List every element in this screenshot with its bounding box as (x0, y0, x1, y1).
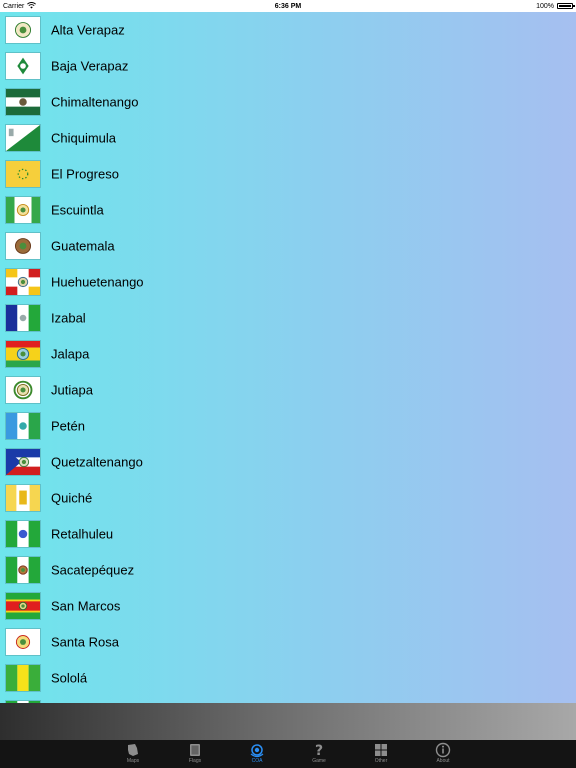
tab-bar: Maps Flags COA? Game Other About (0, 740, 576, 768)
chiquimula-flag-icon (5, 124, 41, 152)
list-item-label: Alta Verapaz (51, 22, 125, 38)
wifi-icon (27, 1, 37, 11)
baja-verapaz-flag-icon (5, 52, 41, 80)
tab-label: Other (374, 758, 388, 764)
tab-label: Game (312, 758, 326, 764)
solola-flag-icon (5, 664, 41, 692)
list-item-label: Escuintla (51, 202, 104, 218)
guatemala-flag-icon (5, 232, 41, 260)
list-item[interactable]: Chimaltenango (0, 84, 576, 120)
tab-label: About (436, 758, 450, 764)
map-icon (125, 742, 141, 758)
list-item-partial[interactable] (0, 696, 576, 703)
flag-icon (187, 742, 203, 758)
izabal-flag-icon (5, 304, 41, 332)
list-item[interactable]: Petén (0, 408, 576, 444)
retalhuleu-flag-icon (5, 520, 41, 548)
list-item[interactable]: Huehuetenango (0, 264, 576, 300)
quetzaltenango-flag-icon (5, 448, 41, 476)
list-item-label: Quetzaltenango (51, 454, 143, 470)
list-item[interactable]: Guatemala (0, 228, 576, 264)
status-time: 6:36 PM (274, 2, 302, 10)
status-bar: Carrier 6:36 PM 100% (0, 0, 576, 12)
list-item-label: Jutiapa (51, 382, 93, 398)
list-item-label: Huehuetenango (51, 274, 144, 290)
list-item-label: San Marcos (51, 598, 121, 614)
tab-about[interactable]: About (412, 740, 474, 768)
tab-coa[interactable]: COA (226, 740, 288, 768)
list-item-label: Sololá (51, 670, 88, 686)
tab-label: Maps (126, 758, 140, 764)
alta-verapaz-flag-icon (5, 16, 41, 44)
list-item[interactable]: Jalapa (0, 336, 576, 372)
tab-label: COA (251, 758, 263, 764)
carrier-label: Carrier (3, 2, 25, 10)
status-left: Carrier (3, 1, 37, 11)
list-item-label: Baja Verapaz (51, 58, 129, 74)
battery-icon (557, 3, 575, 9)
list-item[interactable]: Retalhuleu (0, 516, 576, 552)
battery-percent: 100% (536, 2, 554, 10)
svg-text:?: ? (315, 743, 323, 758)
list-item[interactable]: Sololá (0, 660, 576, 696)
list-item-label: Chiquimula (51, 130, 117, 146)
list-item[interactable]: Santa Rosa (0, 624, 576, 660)
coat-of-arms-icon (249, 742, 265, 758)
tab-maps[interactable]: Maps (102, 740, 164, 768)
jalapa-flag-icon (5, 340, 41, 368)
list-item-label: Izabal (51, 310, 86, 326)
question-mark-icon: ? (311, 742, 327, 758)
santa-rosa-flag-icon (5, 628, 41, 656)
grid-icon (373, 742, 389, 758)
huehuetenango-flag-icon (5, 268, 41, 296)
list-item-label: Jalapa (51, 346, 90, 362)
list-item-label: Santa Rosa (51, 634, 119, 650)
list-item-label: Petén (51, 418, 85, 434)
list-item[interactable]: Quiché (0, 480, 576, 516)
list-item[interactable]: El Progreso (0, 156, 576, 192)
tab-other[interactable]: Other (350, 740, 412, 768)
tab-label: Flags (188, 758, 202, 764)
jutiapa-flag-icon (5, 376, 41, 404)
peten-flag-icon (5, 412, 41, 440)
list-item-label: Guatemala (51, 238, 115, 254)
chimaltenango-flag-icon (5, 88, 41, 116)
list-item[interactable]: Jutiapa (0, 372, 576, 408)
list-item-label: El Progreso (51, 166, 119, 182)
list-item-label: Quiché (51, 490, 93, 506)
list-item[interactable]: Sacatepéquez (0, 552, 576, 588)
escuintla-flag-icon (5, 196, 41, 224)
list-item[interactable]: Chiquimula (0, 120, 576, 156)
list-item[interactable]: Quetzaltenango (0, 444, 576, 480)
list-item[interactable]: San Marcos (0, 588, 576, 624)
list-item-label: Retalhuleu (51, 526, 114, 542)
quiche-flag-icon (5, 484, 41, 512)
sacatepequez-flag-icon (5, 556, 41, 584)
department-list[interactable]: Alta Verapaz Baja Verapaz Chimaltenango Chi… (0, 12, 576, 703)
san-marcos-flag-icon (5, 592, 41, 620)
status-right: 100% (536, 2, 575, 10)
list-item-label: Sacatepéquez (51, 562, 135, 578)
list-item[interactable]: Baja Verapaz (0, 48, 576, 84)
el-progreso-flag-icon (5, 160, 41, 188)
list-item[interactable]: Izabal (0, 300, 576, 336)
footer-strip (0, 703, 576, 740)
list-item-label: Chimaltenango (51, 94, 139, 110)
tab-flags[interactable]: Flags (164, 740, 226, 768)
tab-game[interactable]: ? Game (288, 740, 350, 768)
info-icon (435, 742, 451, 758)
list-item[interactable]: Alta Verapaz (0, 12, 576, 48)
list-item[interactable]: Escuintla (0, 192, 576, 228)
